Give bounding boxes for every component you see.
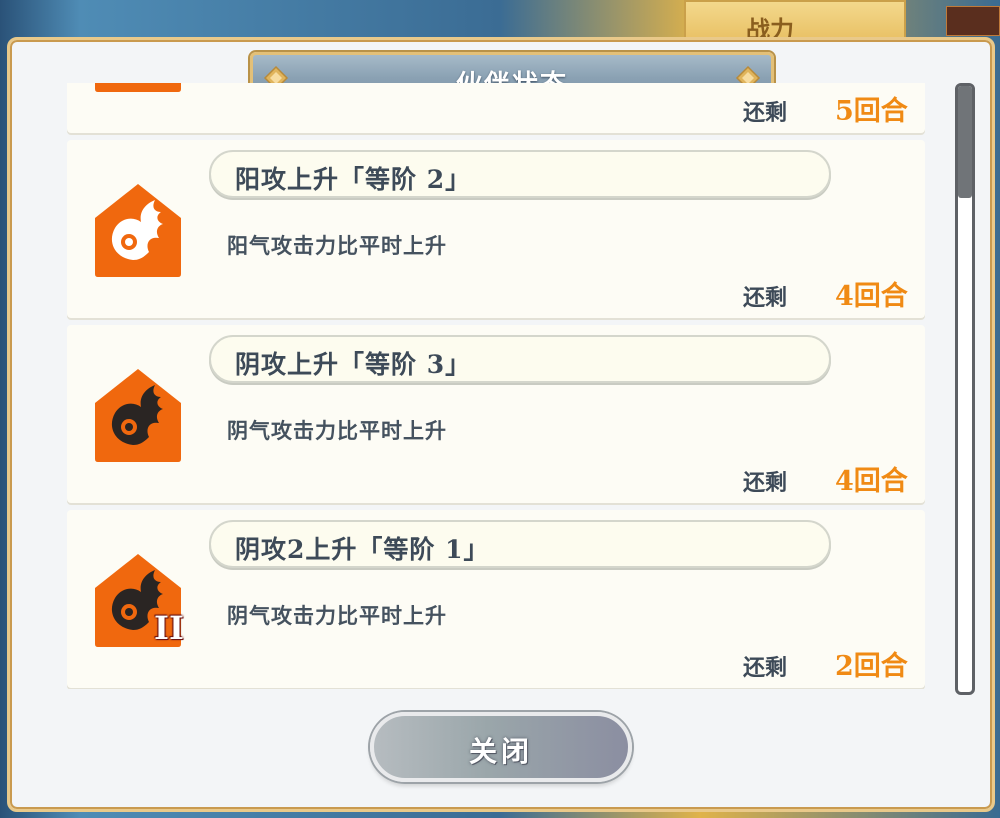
remain-label: 还剩	[743, 470, 788, 496]
remain-turns: 2回合	[835, 651, 908, 682]
remain-label: 还剩	[743, 285, 788, 311]
scrollbar-thumb[interactable]	[958, 86, 972, 198]
buff-list[interactable]: 还剩 5回合 阳攻上升「等阶 2」 阳气攻击力比平时上升 还剩 4回合 阴攻上升…	[67, 83, 927, 689]
close-button[interactable]: 关闭	[370, 712, 632, 782]
buff-card: 还剩 5回合	[67, 83, 925, 133]
companion-status-dialog: 伙伴状态 还剩 5回合 阳攻上升「等阶 2」	[7, 37, 995, 812]
buff-card: 阳攻上升「等阶 2」 阳气攻击力比平时上升 还剩 4回合	[67, 140, 925, 318]
remain-turns: 4回合	[835, 281, 908, 312]
moon-bird-icon	[93, 367, 183, 463]
tier-badge: II	[154, 609, 184, 647]
buff-card: 阴攻上升「等阶 3」 阴气攻击力比平时上升 还剩 4回合	[67, 325, 925, 503]
remain-label: 还剩	[743, 655, 788, 681]
buff-name-pill: 阴攻2上升「等阶 1」	[209, 520, 831, 568]
buff-name-pill: 阴攻上升「等阶 3」	[209, 335, 831, 383]
buff-name: 阴攻上升「等阶 3」	[235, 350, 472, 379]
close-button-label: 关闭	[468, 735, 533, 768]
buff-description: 阳气攻击力比平时上升	[227, 233, 447, 258]
corner-icons	[946, 6, 1000, 36]
buff-name-pill: 阳攻上升「等阶 2」	[209, 150, 831, 198]
buff-description: 阴气攻击力比平时上升	[227, 603, 447, 628]
remain-turns: 4回合	[835, 466, 908, 497]
scrollbar[interactable]	[955, 83, 975, 695]
remain-turns: 5回合	[835, 96, 908, 127]
sun-bird-icon	[93, 83, 183, 93]
sun-bird-icon	[93, 182, 183, 278]
buff-name: 阳攻上升「等阶 2」	[235, 165, 472, 194]
buff-card: II 阴攻2上升「等阶 1」 阴气攻击力比平时上升 还剩 2回合	[67, 510, 925, 688]
buff-name: 阴攻2上升「等阶 1」	[235, 535, 490, 564]
remain-label: 还剩	[743, 100, 788, 126]
buff-description: 阴气攻击力比平时上升	[227, 418, 447, 443]
